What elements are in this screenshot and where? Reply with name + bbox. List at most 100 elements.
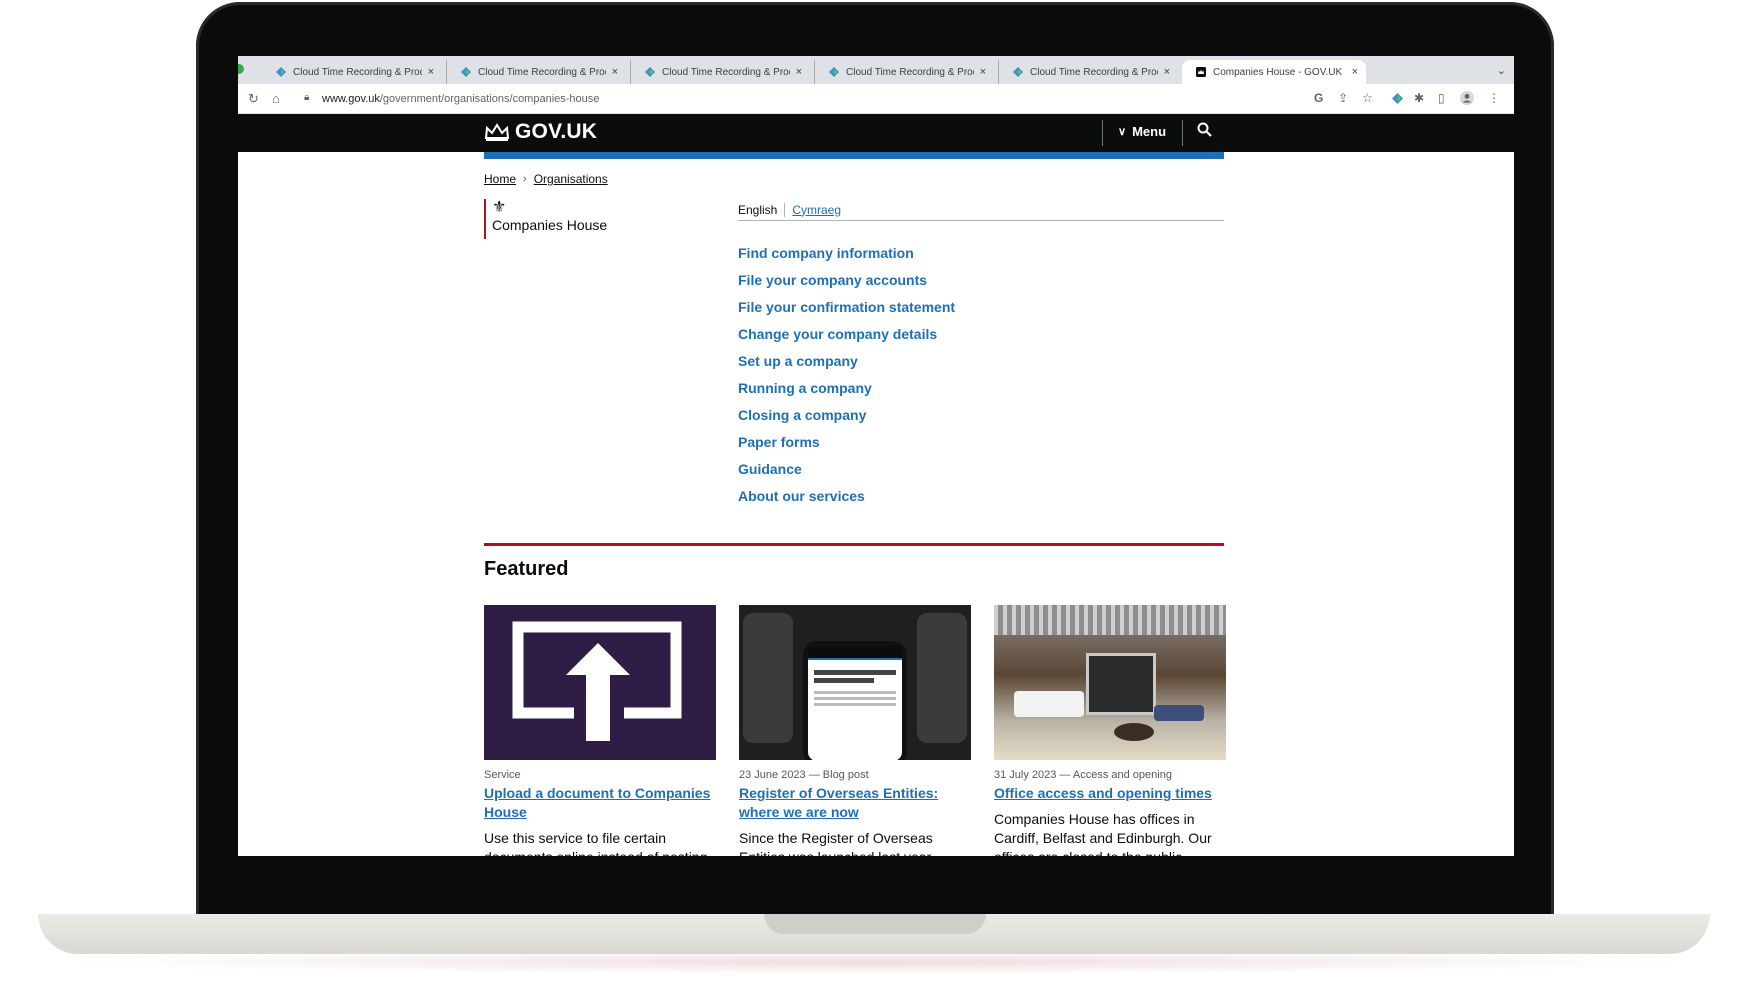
card-meta: Service bbox=[484, 769, 521, 781]
google-lens-icon[interactable]: G bbox=[1314, 91, 1323, 105]
link-change-company-details[interactable]: Change your company details bbox=[738, 323, 955, 350]
search-icon[interactable] bbox=[1197, 122, 1212, 137]
link-closing-company[interactable]: Closing a company bbox=[738, 404, 955, 431]
tab-group-indicator bbox=[238, 64, 244, 74]
reception-desk-image bbox=[1014, 691, 1084, 717]
brand-favicon-icon bbox=[461, 67, 471, 77]
close-icon[interactable]: × bbox=[428, 66, 434, 78]
extension-brand-icon[interactable] bbox=[1392, 93, 1403, 104]
browser-tab[interactable]: Cloud Time Recording & Produ × bbox=[814, 60, 994, 84]
card-meta: 23 June 2023 — Blog post bbox=[739, 769, 869, 781]
card-title-link[interactable]: Office access and opening times bbox=[994, 784, 1226, 803]
quick-links: Find company information File your compa… bbox=[738, 242, 955, 512]
link-file-company-accounts[interactable]: File your company accounts bbox=[738, 269, 955, 296]
header-divider bbox=[1102, 120, 1103, 146]
card-description: Companies House has offices in Cardiff, … bbox=[994, 811, 1212, 856]
phone-text-line bbox=[814, 697, 896, 700]
featured-heading: Featured bbox=[484, 558, 569, 580]
royal-arms-icon: ⚜ bbox=[492, 199, 507, 216]
card-description: Since the Register of Overseas Entities … bbox=[739, 830, 933, 856]
card-image[interactable] bbox=[484, 605, 716, 760]
table-image bbox=[1114, 723, 1154, 741]
laptop-mockup: Cloud Time Recording & Produ × Cloud Tim… bbox=[0, 0, 1748, 1000]
logo-text: GOV.UK bbox=[515, 120, 598, 143]
url-host: www.gov.uk bbox=[322, 93, 380, 105]
card-title-link[interactable]: Upload a document to Companies House bbox=[484, 784, 716, 822]
bookmark-star-icon[interactable]: ☆ bbox=[1362, 91, 1373, 105]
tab-search-chevron-icon[interactable]: ⌄ bbox=[1497, 64, 1506, 77]
close-icon[interactable]: × bbox=[796, 66, 802, 78]
close-icon[interactable]: × bbox=[1352, 66, 1358, 78]
close-icon[interactable]: × bbox=[980, 66, 986, 78]
ceiling-image bbox=[994, 605, 1226, 635]
url-path: /government/organisations/companies-hous… bbox=[379, 93, 600, 105]
browser-tab[interactable]: Cloud Time Recording & Produ × bbox=[630, 60, 810, 84]
phone-blue-bar bbox=[808, 658, 902, 660]
close-icon[interactable]: × bbox=[612, 66, 618, 78]
card-title-link[interactable]: Register of Overseas Entities: where we … bbox=[739, 784, 971, 822]
organisation-logo: ⚜ Companies House bbox=[484, 199, 607, 239]
side-panel-icon[interactable]: ▯ bbox=[1438, 91, 1445, 105]
brand-favicon-icon bbox=[829, 67, 839, 77]
browser-window: Cloud Time Recording & Produ × Cloud Tim… bbox=[238, 56, 1514, 856]
phone-mockup-image bbox=[917, 613, 967, 743]
lock-icon[interactable]: 🔒︎ bbox=[304, 92, 309, 103]
link-file-confirmation-statement[interactable]: File your confirmation statement bbox=[738, 296, 955, 323]
browser-tab[interactable]: Cloud Time Recording & Produ × bbox=[262, 60, 442, 84]
tab-strip: Cloud Time Recording & Produ × Cloud Tim… bbox=[238, 56, 1514, 84]
browser-tab-active[interactable]: Companies House - GOV.UK × bbox=[1182, 60, 1366, 84]
link-about-our-services[interactable]: About our services bbox=[738, 485, 955, 512]
link-paper-forms[interactable]: Paper forms bbox=[738, 431, 955, 458]
tab-title: Companies House - GOV.UK bbox=[1213, 66, 1343, 78]
card-description: Use this service to file certain documen… bbox=[484, 830, 707, 856]
featured-card: Service Upload a document to Companies H… bbox=[484, 605, 716, 856]
browser-tab[interactable]: Cloud Time Recording & Produ × bbox=[446, 60, 626, 84]
menu-button[interactable]: ∨ Menu bbox=[1118, 124, 1166, 139]
breadcrumb: Home › Organisations bbox=[484, 172, 608, 186]
laptop-notch bbox=[764, 914, 986, 934]
chevron-right-icon: › bbox=[523, 173, 527, 185]
breadcrumb-home[interactable]: Home bbox=[484, 172, 516, 186]
reload-icon[interactable]: ↻ bbox=[248, 91, 259, 107]
share-icon[interactable]: ⇪ bbox=[1338, 91, 1348, 105]
tab-title: Cloud Time Recording & Produ bbox=[1030, 66, 1158, 78]
upload-arrow-icon bbox=[512, 621, 682, 741]
featured-card: 31 July 2023 — Access and opening Office… bbox=[994, 605, 1226, 856]
link-guidance[interactable]: Guidance bbox=[738, 458, 955, 485]
language-switcher: English Cymraeg bbox=[738, 199, 1224, 221]
link-find-company-information[interactable]: Find company information bbox=[738, 242, 955, 269]
language-cymraeg-link[interactable]: Cymraeg bbox=[792, 203, 841, 217]
address-bar: ↻ ⌂ 🔒︎ www.gov.uk/government/organisatio… bbox=[238, 84, 1514, 114]
crown-favicon-icon bbox=[1196, 67, 1206, 77]
organisation-name: Companies House bbox=[492, 217, 608, 233]
card-meta: 31 July 2023 — Access and opening bbox=[994, 769, 1172, 781]
brand-favicon-icon bbox=[645, 67, 655, 77]
header-blue-bar bbox=[484, 152, 1224, 159]
link-set-up-company[interactable]: Set up a company bbox=[738, 350, 955, 377]
menu-label: Menu bbox=[1132, 124, 1167, 139]
glass-door-image bbox=[1086, 653, 1156, 715]
card-image[interactable] bbox=[739, 605, 971, 760]
brand-favicon-icon bbox=[1013, 67, 1023, 77]
phone-text-line bbox=[814, 703, 896, 706]
phone-screen-image bbox=[803, 641, 907, 760]
link-running-company[interactable]: Running a company bbox=[738, 377, 955, 404]
crown-icon bbox=[484, 123, 510, 141]
close-icon[interactable]: × bbox=[1164, 66, 1170, 78]
govuk-logo[interactable]: GOV.UK bbox=[484, 120, 597, 144]
home-icon[interactable]: ⌂ bbox=[272, 91, 280, 106]
tab-title: Cloud Time Recording & Produ bbox=[293, 66, 422, 78]
header-divider bbox=[1182, 120, 1183, 146]
phone-mockup-image bbox=[743, 613, 793, 743]
extensions-puzzle-icon[interactable]: ✱ bbox=[1414, 91, 1424, 105]
kebab-menu-icon[interactable]: ⋮ bbox=[1488, 91, 1500, 105]
breadcrumb-organisations[interactable]: Organisations bbox=[534, 172, 608, 186]
profile-avatar-icon[interactable] bbox=[1460, 91, 1474, 105]
url-field[interactable]: www.gov.uk/government/organisations/comp… bbox=[322, 93, 599, 105]
language-current: English bbox=[738, 202, 786, 217]
chevron-down-icon: ∨ bbox=[1118, 126, 1127, 138]
tab-title: Cloud Time Recording & Produ bbox=[846, 66, 974, 78]
browser-tab[interactable]: Cloud Time Recording & Produ × bbox=[998, 60, 1178, 84]
card-image[interactable] bbox=[994, 605, 1226, 760]
govuk-header: GOV.UK ∨ Menu bbox=[238, 114, 1514, 152]
